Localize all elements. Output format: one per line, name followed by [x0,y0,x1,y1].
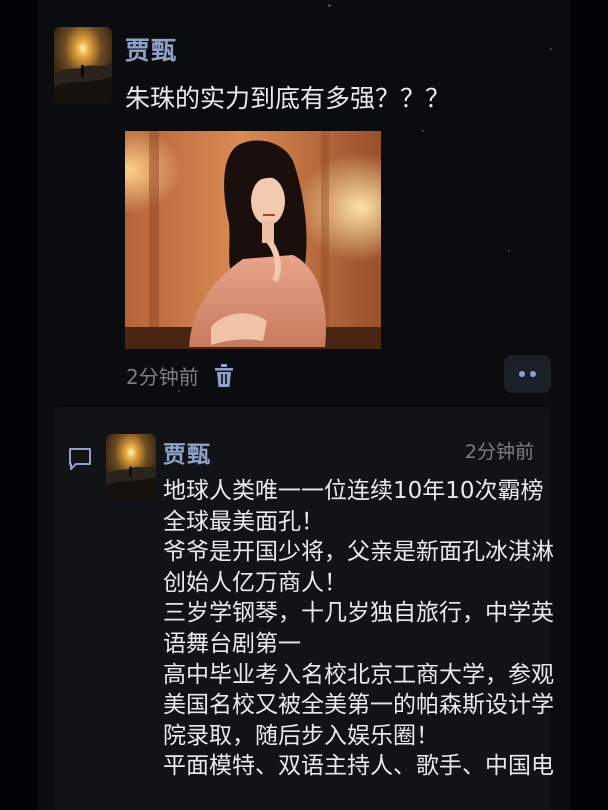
comment-line: 爷爷是开国少将，父亲是新面孔冰淇淋 [163,539,554,566]
comment-line: 语舞台剧第一 [163,630,301,657]
comment-line: 地球人类唯一一位连续10年10次霸榜 [163,478,544,504]
background-star [550,48,552,50]
trash-icon[interactable] [213,363,235,389]
comment-author-avatar[interactable] [106,434,156,500]
comment-line: 全球最美面孔！ [163,508,324,535]
comment-line: 美国名校又被全美第一的帕森斯设计学 [163,692,554,719]
comment-line: 创始人亿万商人！ [163,569,347,596]
post-author-avatar[interactable] [54,27,112,104]
sunset-landscape-avatar-image [106,434,156,500]
comment-line: 三岁学钢琴，十几岁独自旅行，中学英 [163,600,554,627]
comment-text: 地球人类唯一一位连续10年10次霸榜 全球最美面孔！ 爷爷是开国少将，父亲是新面… [163,476,554,782]
comment-line: 高中毕业考入名校北京工商大学，参观 [163,661,554,688]
background-star [422,130,424,132]
more-dot [519,371,525,377]
post-author-name[interactable]: 贾甄 [125,31,177,67]
more-dot [530,371,536,377]
post-timestamp: 2分钟前 [126,365,199,389]
comment-bubble-icon [67,446,93,472]
more-dots-icon[interactable] [504,355,551,393]
portrait-photo [125,131,381,349]
comment-author-name[interactable]: 贾甄 [163,435,211,469]
post-text: 朱珠的实力到底有多强？？？ [125,84,451,113]
comment-timestamp: 2分钟前 [464,441,534,463]
comment-line: 平面模特、双语主持人、歌手、中国电 [163,753,554,780]
background-star [178,390,180,392]
post-photo[interactable] [125,131,381,349]
moments-page: 贾甄 朱珠的实力到底有多强？？？ 2分钟前 贾甄 2分钟前 地球人类唯一一位连续… [0,0,608,810]
background-star [328,4,331,7]
background-star [508,250,510,252]
sunset-landscape-avatar-image [54,27,112,104]
comment-line: 院录取，随后步入娱乐圈！ [163,722,439,749]
